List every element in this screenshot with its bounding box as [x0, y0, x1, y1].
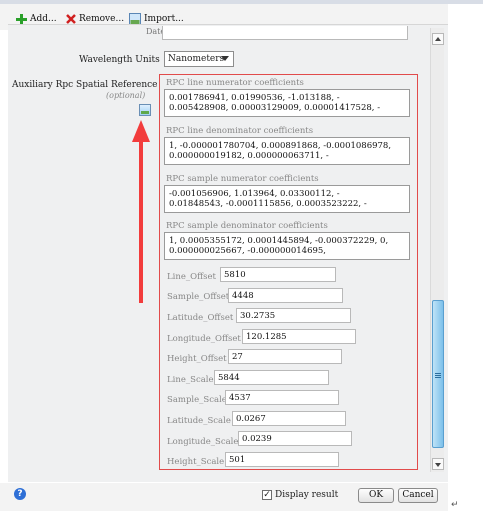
aux-rpc-optional: (optional) [106, 91, 146, 100]
latitude-offset-input[interactable]: 30.2735 [236, 308, 351, 323]
param-label: Line_Offset [167, 272, 216, 282]
cancel-button[interactable]: Cancel [398, 488, 438, 503]
longitude-scale-input[interactable]: 0.0239 [238, 431, 352, 446]
param-label: Line_Scale [167, 375, 214, 385]
image-icon[interactable] [139, 104, 151, 116]
sample-denominator-input[interactable]: 1, 0.0005355172, 0.0001445894, -0.000372… [164, 232, 410, 260]
sample-denominator-title: RPC sample denominator coefficients [166, 221, 328, 231]
ok-button[interactable]: OK [358, 488, 394, 503]
aux-rpc-label: Auxiliary Rpc Spatial Reference [12, 80, 158, 90]
remove-icon [66, 14, 76, 24]
param-label: Latitude_Scale [167, 416, 231, 426]
scroll-up-button[interactable] [432, 33, 444, 45]
param-label: Longitude_Scale [167, 437, 239, 447]
param-label: Sample_Offset [167, 292, 230, 302]
sample-scale-input[interactable]: 4537 [225, 390, 339, 405]
chevron-down-icon [221, 56, 229, 61]
thumb-grip [435, 375, 441, 376]
vertical-scrollbar[interactable] [430, 28, 444, 472]
line-denominator-title: RPC line denominator coefficients [166, 126, 314, 136]
annotation-arrow-shaft [139, 140, 143, 303]
line-scale-input[interactable]: 5844 [214, 370, 329, 385]
add-icon [16, 13, 27, 25]
remove-button-label: Remove... [79, 14, 125, 24]
line-denominator-input[interactable]: 1, -0.000001780704, 0.000891868, -0.0001… [164, 137, 410, 165]
sample-numerator-input[interactable]: -0.001056906, 1.013964, 0.03300112, - 0.… [164, 185, 410, 213]
wavelength-units-value: Nanometers [168, 54, 225, 64]
add-button-label: Add... [30, 14, 57, 24]
thumb-grip [435, 373, 441, 374]
wavelength-units-select[interactable]: Nanometers [164, 51, 234, 67]
display-result-checkbox[interactable]: ✓ [262, 490, 272, 500]
help-icon[interactable]: ? [14, 488, 26, 500]
sample-numerator-title: RPC sample numerator coefficients [166, 174, 319, 184]
sample-offset-input[interactable]: 4448 [228, 288, 343, 303]
param-label: Latitude_Offset [167, 313, 234, 323]
import-button-label: Import... [144, 14, 184, 24]
param-label: Height_Scale [167, 457, 225, 467]
thumb-grip [435, 377, 441, 378]
line-numerator-title: RPC line numerator coefficients [166, 78, 304, 88]
scrollbar-thumb[interactable] [432, 300, 444, 448]
param-label: Sample_Scale [167, 395, 227, 405]
annotation-arrow-head [132, 120, 150, 142]
latitude-scale-input[interactable]: 0.0267 [232, 411, 346, 426]
scroll-down-button[interactable] [432, 458, 444, 470]
display-result-label: Display result [275, 490, 339, 500]
param-label: Longitude_Offset [167, 334, 241, 344]
line-offset-input[interactable]: 5810 [220, 267, 336, 282]
height-offset-input[interactable]: 27 [228, 349, 342, 364]
longitude-offset-input[interactable]: 120.1285 [242, 329, 356, 344]
wavelength-units-label: Wavelength Units [79, 55, 160, 65]
previous-field-input[interactable] [162, 26, 408, 40]
resize-corner-icon: ↵ [451, 500, 459, 510]
param-label: Height_Offset [167, 354, 227, 364]
line-numerator-input[interactable]: 0.001786941, 0.01990536, -1.013188, - 0.… [164, 89, 410, 117]
height-scale-input[interactable]: 501 [225, 452, 339, 467]
